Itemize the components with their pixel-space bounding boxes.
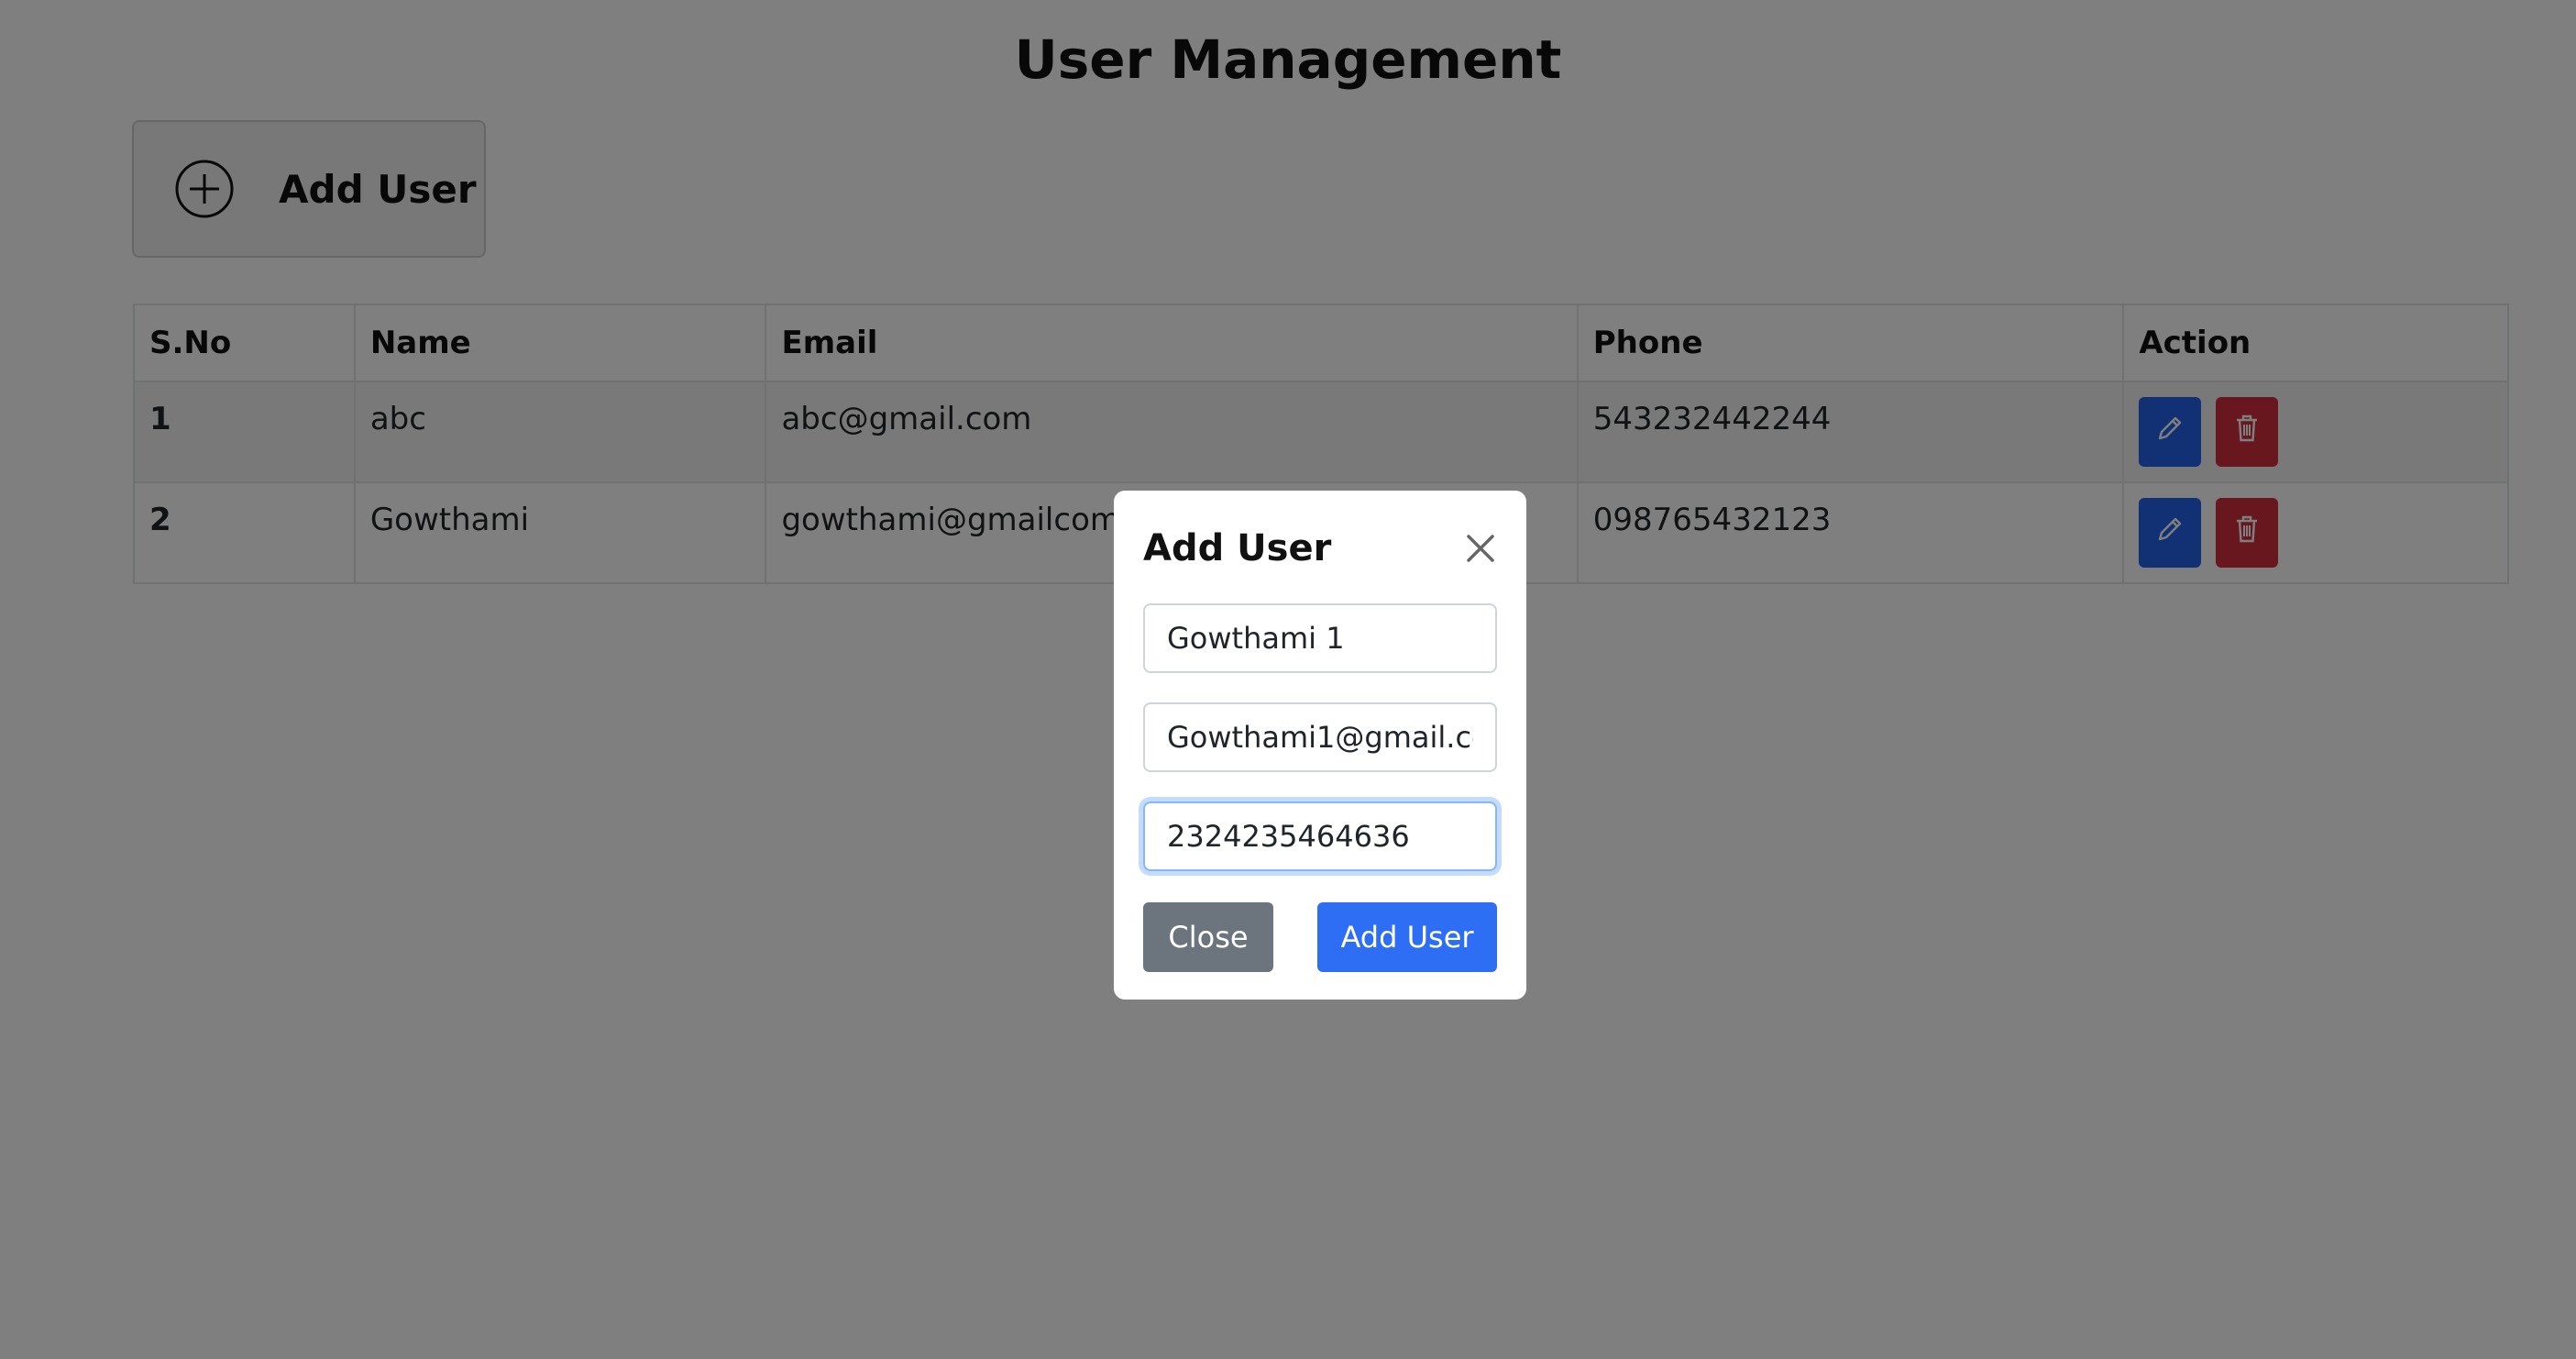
modal-title: Add User bbox=[1143, 527, 1332, 569]
close-icon[interactable] bbox=[1463, 531, 1498, 566]
name-input[interactable] bbox=[1143, 603, 1497, 673]
close-button[interactable]: Close bbox=[1143, 902, 1273, 972]
add-user-modal: Add User Close Add User bbox=[1114, 491, 1526, 1000]
phone-input[interactable] bbox=[1143, 801, 1497, 871]
email-input[interactable] bbox=[1143, 702, 1497, 772]
add-user-submit-button[interactable]: Add User bbox=[1317, 902, 1497, 972]
